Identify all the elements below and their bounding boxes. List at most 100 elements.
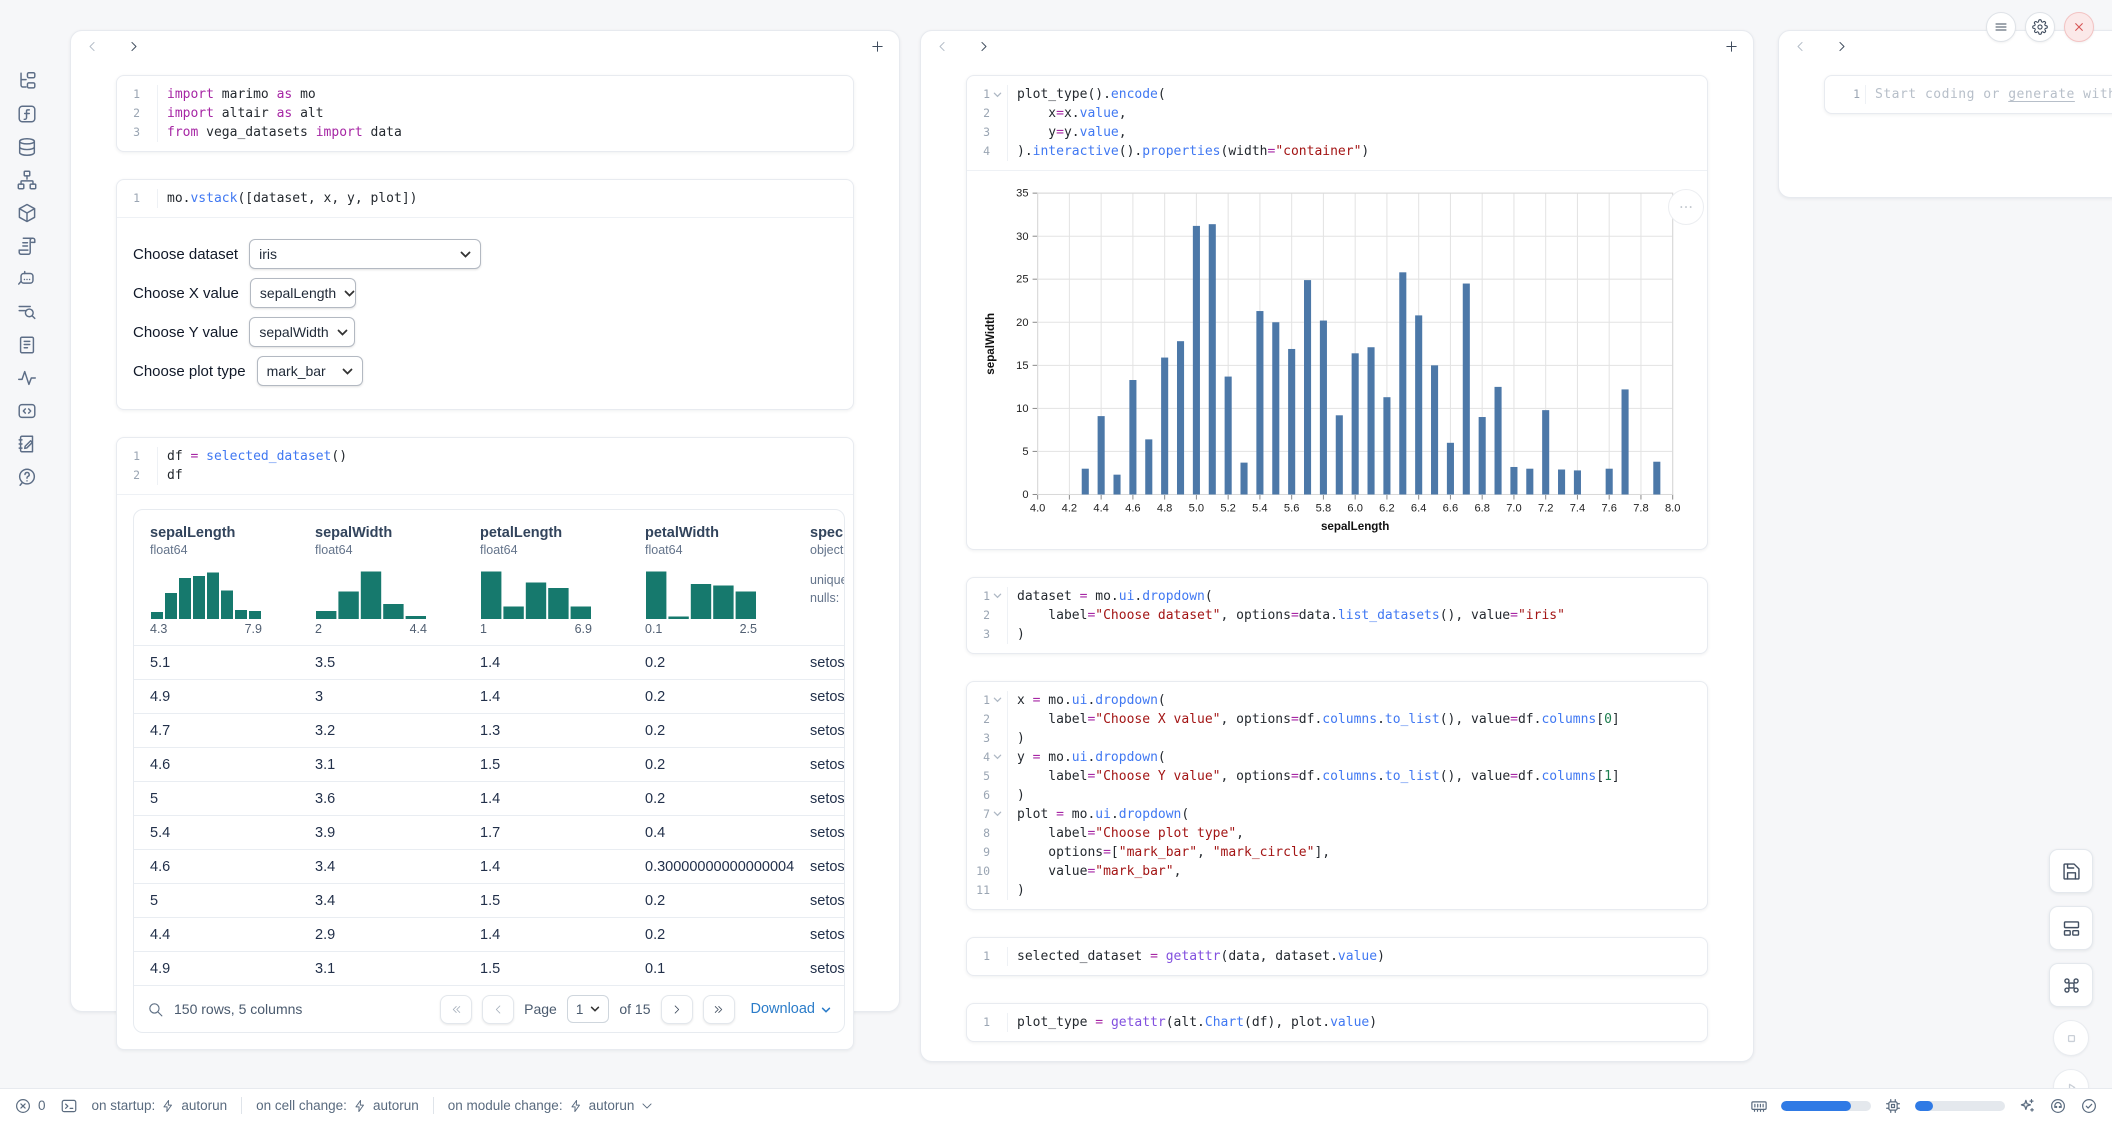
code-cell-vstack[interactable]: 1mo.vstack([dataset, x, y, plot]) Choose … [116,179,854,410]
add-column-button[interactable] [1724,39,1739,54]
sidebar-trace-search-icon[interactable] [16,301,38,323]
choose-y-value-select[interactable]: sepalWidth [249,317,355,347]
choose-x-value-select[interactable]: sepalLength [250,278,356,308]
dropdown-row: Choose X valuesepalLength [133,278,837,308]
settings-button[interactable] [2025,12,2055,42]
run-setting[interactable]: on cell change:autorun [256,1098,419,1113]
command-palette-button[interactable] [2049,963,2093,1007]
page-count-label: of 15 [619,1001,650,1017]
last-page-button[interactable] [703,995,735,1024]
sidebar-help-icon[interactable] [16,466,38,488]
sidebar-notebook-function-icon[interactable] [16,103,38,125]
generate-link[interactable]: generate [2008,87,2075,102]
ram-icon[interactable] [1750,1097,1768,1115]
line-number: 1 [983,1013,990,1032]
layout-toggle-button[interactable] [2049,906,2093,950]
page-select[interactable]: 1 [567,995,610,1023]
table-row[interactable]: 53.61.40.2setosa [134,781,844,815]
table-row[interactable]: 4.63.11.50.2setosa [134,747,844,781]
chart-actions-button[interactable] [1668,189,1704,225]
code-cell-plot-expr[interactable]: 1plot_type().encode(2 x=x.value,3 y=y.va… [966,75,1708,550]
table-row[interactable]: 4.73.21.30.2setosa [134,713,844,747]
column-next-button[interactable] [126,39,141,54]
sidebar-package-icon[interactable] [16,202,38,224]
code-cell-dataframe[interactable]: 1df = selected_dataset()2df sepalLengthfl… [116,437,854,1050]
run-setting[interactable]: on startup:autorun [92,1098,228,1113]
sidebar-file-tree-icon[interactable] [16,70,38,92]
error-counter[interactable]: 0 [14,1097,46,1115]
table-column-header[interactable]: petalLengthfloat6416.9 [464,525,629,636]
fold-icon [993,592,1002,600]
code-line: value="mark_bar", [1008,862,1181,881]
copilot-icon[interactable] [2049,1097,2067,1115]
stop-button[interactable] [2053,1020,2089,1056]
table-row[interactable]: 4.93.11.50.1setosa [134,951,844,985]
code-line: df [158,466,183,485]
sparkles-icon[interactable] [2018,1097,2036,1115]
column-2-header [921,31,1753,61]
check-circle-icon[interactable] [2080,1097,2098,1115]
table-column-header[interactable]: sepalLengthfloat644.37.9 [134,525,299,636]
column-prev-button[interactable] [935,39,950,54]
sidebar-database-icon[interactable] [16,136,38,158]
sidebar-snippets-icon[interactable] [16,400,38,422]
run-setting[interactable]: on module change:autorun [448,1098,655,1113]
line-number: 3 [133,123,140,142]
line-gutter: 8 [967,824,1008,843]
layout-icon [2061,918,2082,939]
search-icon[interactable] [147,1001,164,1018]
svg-text:0: 0 [1022,489,1028,501]
code-cell-selected-dataset[interactable]: 1selected_dataset = getattr(data, datase… [966,937,1708,976]
save-button[interactable] [2049,849,2093,893]
code-cell-xy-plot-dropdowns[interactable]: 1x = mo.ui.dropdown(2 label="Choose X va… [966,681,1708,910]
code-editor[interactable]: 1plot_type().encode(2 x=x.value,3 y=y.va… [967,76,1707,170]
table-row[interactable]: 5.13.51.40.2setosa [134,645,844,679]
add-column-button[interactable] [870,39,885,54]
table-column-header[interactable]: speciesobjectunique:nulls: [794,525,845,636]
code-cell-plot-type[interactable]: 1plot_type = getattr(alt.Chart(df), plot… [966,1003,1708,1042]
code-editor[interactable]: 1plot_type = getattr(alt.Chart(df), plot… [967,1004,1707,1041]
prev-page-button[interactable] [482,995,514,1024]
table-row[interactable]: 4.931.40.2setosa [134,679,844,713]
left-sidebar [0,0,54,1088]
sidebar-documentation-icon[interactable] [16,334,38,356]
column-prev-button[interactable] [1793,39,1808,54]
code-line: plot_type().encode( [1008,85,1166,104]
notebook-menu-button[interactable] [1986,12,2016,42]
column-next-button[interactable] [1834,39,1849,54]
shutdown-button[interactable] [2064,12,2094,42]
table-row[interactable]: 53.41.50.2setosa [134,883,844,917]
code-editor[interactable]: 1selected_dataset = getattr(data, datase… [967,938,1707,975]
sidebar-dependency-graph-icon[interactable] [16,169,38,191]
line-gutter: 3 [117,123,158,142]
download-button[interactable]: Download [751,1001,832,1017]
sidebar-script-log-icon[interactable] [16,235,38,257]
column-prev-button[interactable] [85,39,100,54]
table-column-header[interactable]: sepalWidthfloat6424.4 [299,525,464,636]
column-next-button[interactable] [976,39,991,54]
next-page-button[interactable] [661,995,693,1024]
table-row[interactable]: 4.63.41.40.30000000000000004setosa [134,849,844,883]
chevron-down-icon [640,1099,654,1113]
code-line: y = mo.ui.dropdown( [1008,748,1166,767]
code-cell-dataset-dropdown[interactable]: 1dataset = mo.ui.dropdown(2 label="Choos… [966,577,1708,654]
choose-plot-type-select[interactable]: mark_bar [257,356,363,386]
sidebar-activity-icon[interactable] [16,367,38,389]
code-editor[interactable]: 1df = selected_dataset()2df [117,438,853,494]
code-editor[interactable]: 1import marimo as mo2import altair as al… [117,76,853,151]
choose-dataset-select[interactable]: iris [249,239,481,269]
code-editor[interactable]: 1mo.vstack([dataset, x, y, plot]) [117,180,853,217]
line-number: 3 [983,729,990,748]
code-editor[interactable]: 1x = mo.ui.dropdown(2 label="Choose X va… [967,682,1707,909]
table-column-header[interactable]: petalWidthfloat640.12.5 [629,525,794,636]
code-cell-imports[interactable]: 1import marimo as mo2import altair as al… [116,75,854,152]
sidebar-chat-bot-icon[interactable] [16,268,38,290]
first-page-button[interactable] [440,995,472,1024]
table-row[interactable]: 5.43.91.70.4setosa [134,815,844,849]
empty-code-cell[interactable]: 1 Start coding or generate with AI [1824,75,2112,114]
terminal-icon[interactable] [60,1097,78,1115]
code-editor[interactable]: 1dataset = mo.ui.dropdown(2 label="Choos… [967,578,1707,653]
table-row[interactable]: 4.42.91.40.2setosa [134,917,844,951]
sidebar-scratchpad-icon[interactable] [16,433,38,455]
cpu-icon[interactable] [1884,1097,1902,1115]
